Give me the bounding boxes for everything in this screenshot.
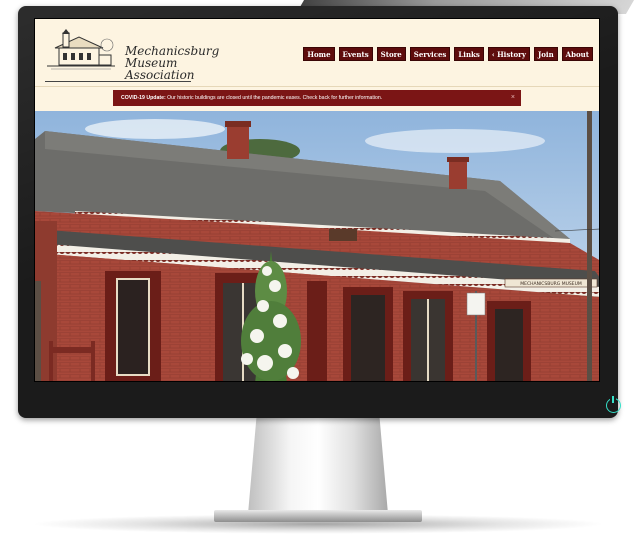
monitor-stand-base — [214, 510, 422, 522]
nav-about[interactable]: About — [561, 47, 593, 61]
nav-services[interactable]: Services — [409, 47, 451, 61]
logo-underline — [45, 81, 191, 82]
logo-text: Mechanicsburg Museum Association — [125, 45, 219, 81]
site-logo[interactable]: Mechanicsburg Museum Association — [45, 29, 219, 81]
train-station-building-image: MECHANICSBURG MUSEUM — [35, 111, 599, 381]
logo-line-3: Association — [125, 68, 195, 82]
museum-sign-text: MECHANICSBURG MUSEUM — [520, 281, 582, 287]
hero-photo: MECHANICSBURG MUSEUM — [35, 111, 599, 381]
covid-alert-banner: COVID-19 Update: Our historic buildings … — [113, 90, 521, 106]
monitor-screen: Mechanicsburg Museum Association Home Ev… — [34, 18, 600, 382]
nav-home[interactable]: Home — [303, 47, 335, 61]
alert-close-button[interactable]: × — [511, 90, 515, 106]
nav-join[interactable]: Join — [533, 47, 558, 61]
alert-message: Our historic buildings are closed until … — [165, 95, 383, 101]
nav-store[interactable]: Store — [376, 47, 406, 61]
museum-building-logo-icon — [47, 29, 115, 70]
alert-title: COVID-19 Update: — [121, 95, 166, 101]
monitor: Mechanicsburg Museum Association Home Ev… — [18, 6, 621, 418]
main-nav: Home Events Store Services Links ‹ Histo… — [303, 47, 593, 61]
site-header: Mechanicsburg Museum Association Home Ev… — [35, 19, 599, 87]
power-icon[interactable] — [606, 396, 621, 413]
nav-events[interactable]: Events — [338, 47, 373, 61]
nav-history[interactable]: ‹ History — [487, 47, 530, 61]
nav-links[interactable]: Links — [454, 47, 484, 61]
monitor-stand-neck — [248, 418, 388, 514]
